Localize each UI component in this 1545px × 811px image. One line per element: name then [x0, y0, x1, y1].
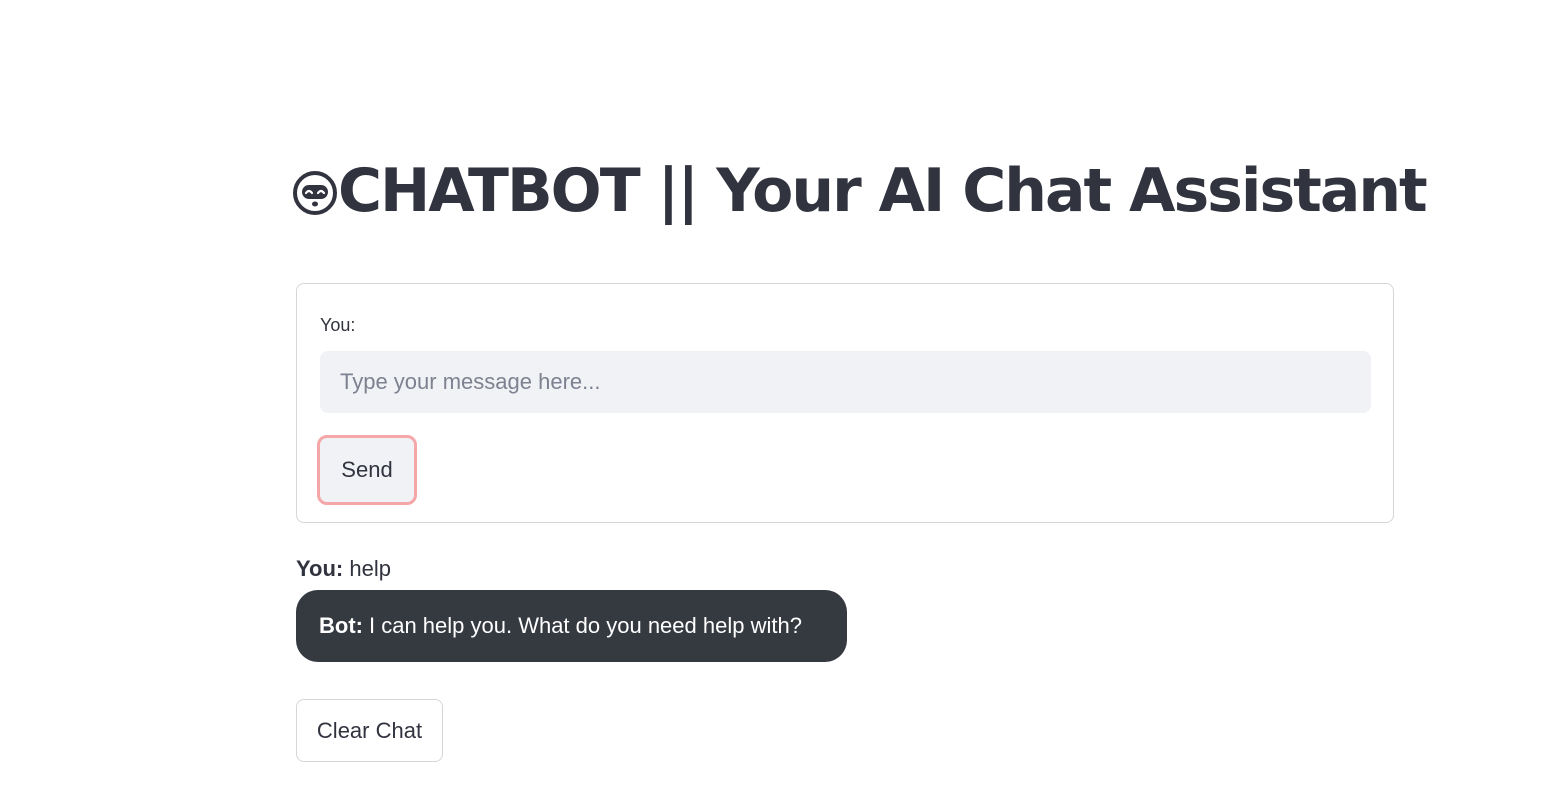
message-form: You: Send — [296, 283, 1394, 523]
page-title: CHATBOT || Your AI Chat Assistant — [292, 152, 1428, 230]
robot-face-icon — [293, 171, 337, 215]
message-label: You: — [320, 315, 356, 335]
bot-message-text: I can help you. What do you need help wi… — [368, 613, 802, 638]
user-message: You: help — [296, 556, 391, 582]
user-speaker-label: You: — [296, 556, 344, 581]
chat-page: CHATBOT || Your AI Chat Assistant You: S… — [0, 0, 1545, 811]
message-input[interactable] — [320, 351, 1371, 413]
page-title-text: CHATBOT || Your AI Chat Assistant — [338, 156, 1428, 226]
bot-speaker-label: Bot: — [319, 613, 363, 638]
send-button[interactable]: Send — [317, 435, 417, 505]
bot-message-bubble: Bot: I can help you. What do you need he… — [296, 590, 847, 662]
clear-chat-button[interactable]: Clear Chat — [296, 699, 443, 762]
user-message-text: help — [349, 556, 391, 581]
